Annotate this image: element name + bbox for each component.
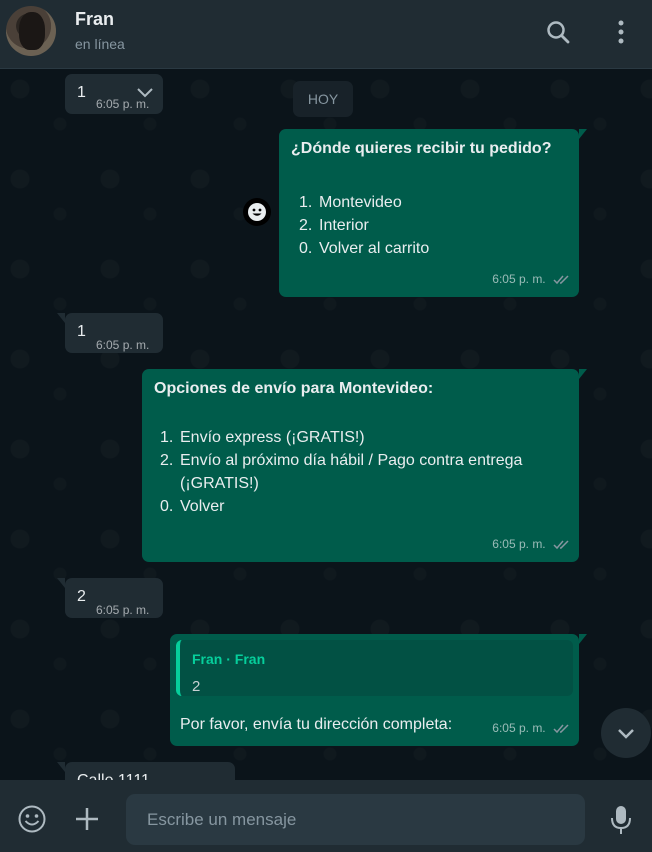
kebab-menu-icon[interactable] <box>607 18 635 46</box>
message-input[interactable]: Escribe un mensaje <box>126 794 585 845</box>
options-list: 1. Montevideo 2. Interior 0. Volver al carr… <box>291 191 567 260</box>
quote-text: 2 <box>192 678 201 695</box>
option-item: 2. Envío al próximo día hábil / Pago cont… <box>160 449 567 495</box>
message-meta: 6:05 p. m. <box>492 268 571 291</box>
message-text: Por favor, envía tu dirección completa: <box>180 716 453 733</box>
plus-icon[interactable] <box>74 806 100 832</box>
message-meta: 6:05 p. m. <box>492 533 571 556</box>
scroll-to-bottom-button[interactable] <box>601 708 651 758</box>
message-in[interactable]: 1 6:05 p. m. <box>65 74 163 114</box>
double-check-icon <box>553 724 569 734</box>
option-label: Envío al próximo día hábil / Pago contra… <box>180 452 523 492</box>
option-number: 0. <box>299 240 313 257</box>
option-number: 1. <box>299 194 313 211</box>
message-time: 6:05 p. m. <box>492 537 546 551</box>
double-check-icon <box>553 540 569 550</box>
quoted-message[interactable]: Fran · Fran 2 <box>176 640 573 696</box>
option-item: 1. Envío express (¡GRATIS!) <box>160 426 567 449</box>
option-item: 0. Volver <box>160 495 567 518</box>
message-text: 1 <box>77 84 86 101</box>
message-text: Calle 1111 <box>77 769 150 780</box>
message-in[interactable]: 2 6:05 p. m. <box>57 578 163 618</box>
double-check-icon <box>553 275 569 285</box>
message-meta: 6:05 p. m. <box>492 717 571 740</box>
option-item: 1. Montevideo <box>299 191 567 214</box>
message-title: Opciones de envío para Montevideo: <box>154 380 434 397</box>
contact-status: en línea <box>75 36 125 52</box>
avatar[interactable] <box>6 6 56 56</box>
option-label: Envío express (¡GRATIS!) <box>180 429 365 446</box>
option-label: Montevideo <box>319 194 402 211</box>
message-out[interactable]: ¿Dónde quieres recibir tu pedido? 1. Mont… <box>279 129 587 297</box>
option-item: 0. Volver al carrito <box>299 237 567 260</box>
date-chip: HOY <box>293 81 353 117</box>
message-list[interactable]: 1 6:05 p. m. HOY ¿Dónde quieres recibir … <box>0 69 652 780</box>
quote-author: Fran · Fran <box>192 651 266 667</box>
option-label: Volver al carrito <box>319 240 430 257</box>
message-out[interactable]: Fran · Fran 2 Por favor, envía tu direcc… <box>170 634 587 746</box>
option-number: 1. <box>160 429 174 446</box>
chat-header[interactable]: Fran en línea <box>0 0 652 69</box>
option-label: Volver <box>180 498 225 515</box>
message-in[interactable]: Calle 1111 <box>57 762 235 780</box>
option-number: 2. <box>299 217 313 234</box>
option-label: Interior <box>319 217 369 234</box>
react-emoji-icon[interactable] <box>243 198 271 226</box>
contact-name[interactable]: Fran <box>75 9 114 30</box>
message-time: 6:05 p. m. <box>96 338 150 352</box>
message-time: 6:05 p. m. <box>96 603 150 617</box>
chevron-down-icon[interactable] <box>135 86 155 100</box>
options-list: 1. Envío express (¡GRATIS!) 2. Envío al pr… <box>154 426 567 518</box>
message-time: 6:05 p. m. <box>492 272 546 286</box>
message-in[interactable]: 1 6:05 p. m. <box>57 313 163 353</box>
chevron-down-icon <box>618 729 634 739</box>
message-title: ¿Dónde quieres recibir tu pedido? <box>291 140 552 157</box>
emoji-icon[interactable] <box>17 804 47 834</box>
option-number: 2. <box>160 452 174 469</box>
option-item: 2. Interior <box>299 214 567 237</box>
message-out[interactable]: Opciones de envío para Montevideo: 1. Env… <box>142 369 587 562</box>
search-icon[interactable] <box>544 18 572 46</box>
message-text: 2 <box>77 588 86 605</box>
composer-bar: Escribe un mensaje <box>0 780 652 852</box>
microphone-icon[interactable] <box>608 804 634 836</box>
message-text: 1 <box>77 323 86 340</box>
message-time: 6:05 p. m. <box>492 721 546 735</box>
option-number: 0. <box>160 498 174 515</box>
